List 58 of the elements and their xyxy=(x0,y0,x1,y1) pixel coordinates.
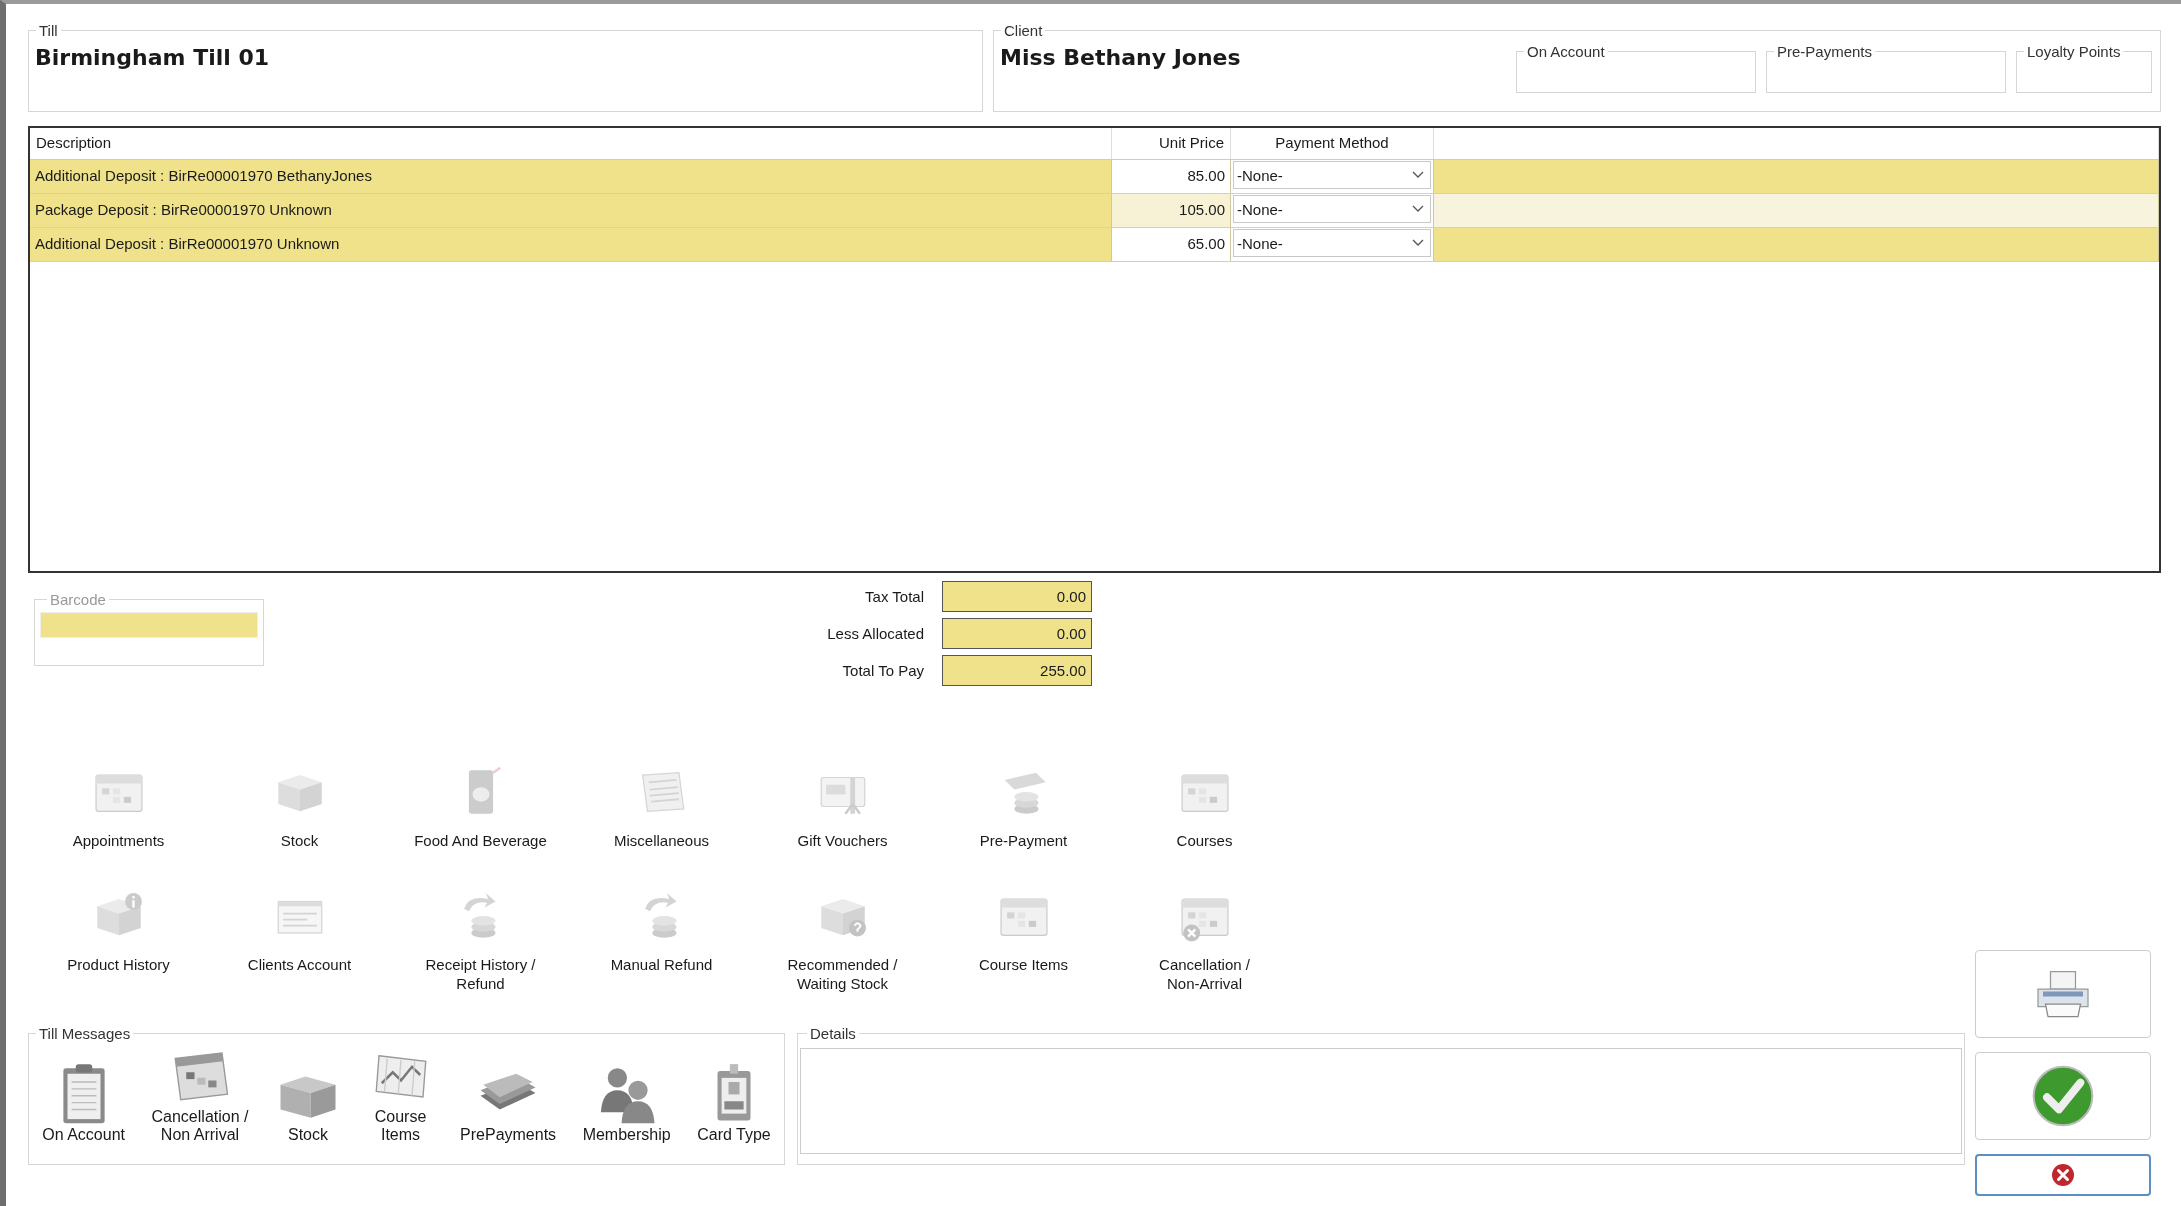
action-button[interactable]: Stock xyxy=(209,763,390,881)
table-cell: 105.00 xyxy=(1112,194,1231,227)
confirm-button[interactable] xyxy=(1975,1052,2151,1140)
group-label: Details xyxy=(809,1025,857,1042)
message-button[interactable]: Card Type xyxy=(697,1060,771,1144)
chevron-icon xyxy=(1412,205,1424,213)
column-header: Payment Method xyxy=(1231,128,1434,159)
barcode-field[interactable] xyxy=(40,612,258,638)
total-label: Total To Pay xyxy=(841,662,924,679)
action-button[interactable]: Course Items xyxy=(933,887,1114,1005)
chevron-icon xyxy=(1412,239,1424,247)
table-row[interactable]: Additional Deposit : BirRe00001970 Unknown 65.00 -None- xyxy=(30,228,2159,262)
message-button[interactable]: On Account xyxy=(42,1060,125,1144)
till-name: Birmingham Till 01 xyxy=(34,44,271,72)
action-button[interactable]: Food And Beverage xyxy=(390,763,571,881)
table-row[interactable]: Package Deposit : BirRe00001970 Unknown 105.00 -None- xyxy=(30,194,2159,228)
client-name: Miss Bethany Jones xyxy=(999,44,1242,72)
action-button[interactable]: Miscellaneous xyxy=(571,763,752,881)
check-icon xyxy=(2031,1064,2095,1128)
cancel-button[interactable] xyxy=(1975,1154,2151,1196)
close-icon xyxy=(2051,1163,2075,1187)
total-label: Less Allocated xyxy=(826,625,924,642)
payment-dropdown[interactable]: -None- xyxy=(1233,229,1431,257)
total-field: 255.00 xyxy=(942,655,1092,686)
print-button[interactable] xyxy=(1975,950,2151,1038)
message-button[interactable]: Stock xyxy=(275,1060,341,1144)
action-button[interactable]: Product History xyxy=(28,887,209,1005)
action-button[interactable]: Cancellation / Non-Arrival xyxy=(1114,887,1295,1005)
action-button[interactable]: Pre-Payment xyxy=(933,763,1114,881)
payment-dropdown[interactable]: -None- xyxy=(1233,195,1431,223)
table-row[interactable]: Additional Deposit : BirRe00001970 BethanyJones 85.00 -None- xyxy=(30,160,2159,194)
column-header: Description xyxy=(30,128,1112,159)
action-button[interactable]: Clients Account xyxy=(209,887,390,1005)
group-label: Pre-Payments xyxy=(1776,43,1874,60)
table-cell: 65.00 xyxy=(1112,228,1231,261)
chevron-icon xyxy=(1412,171,1424,179)
column-header: Unit Price xyxy=(1112,128,1231,159)
group-label: Loyalty Points xyxy=(2026,43,2122,60)
message-button[interactable]: Cancellation / Non Arrival xyxy=(151,1042,249,1144)
table-cell: 85.00 xyxy=(1112,160,1231,193)
action-button[interactable]: Appointments xyxy=(28,763,209,881)
group-label: Till Messages xyxy=(38,1025,132,1042)
total-label: Tax Total xyxy=(864,588,924,605)
action-button[interactable]: Courses xyxy=(1114,763,1295,881)
group-label: Client xyxy=(1003,22,1044,39)
group-label: Barcode xyxy=(49,591,107,608)
message-button[interactable]: PrePayments xyxy=(460,1060,557,1144)
action-button[interactable]: Recommended / Waiting Stock xyxy=(752,887,933,1005)
action-button[interactable]: Gift Vouchers xyxy=(752,763,933,881)
group-label: Till xyxy=(38,22,59,39)
group-label: On Account xyxy=(1526,43,1606,60)
message-button[interactable]: Course Items xyxy=(367,1042,434,1144)
action-button[interactable]: Manual Refund xyxy=(571,887,752,1005)
action-button[interactable]: Receipt History / Refund xyxy=(390,887,571,1005)
total-field: 0.00 xyxy=(942,618,1092,649)
total-field: 0.00 xyxy=(942,581,1092,612)
message-button[interactable]: Membership xyxy=(582,1060,671,1144)
payment-dropdown[interactable]: -None- xyxy=(1233,161,1431,189)
